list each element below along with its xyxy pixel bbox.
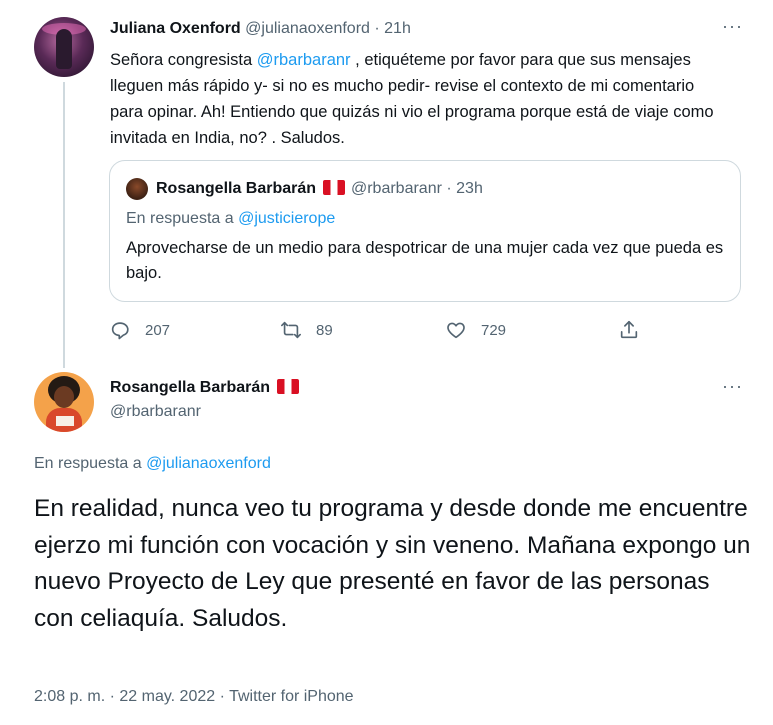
reply-icon: [111, 322, 129, 340]
reply-button[interactable]: 207: [109, 316, 170, 344]
share-button[interactable]: [618, 316, 640, 344]
separator-dot: ·: [374, 20, 385, 37]
reply-tweet[interactable]: Juliana Oxenford @julianaoxenford · 21h …: [0, 0, 773, 368]
tweet-time[interactable]: 21h: [384, 20, 411, 37]
main-author-name-row: Rosangella Barbarán: [110, 378, 301, 398]
avatar-juliana[interactable]: [34, 17, 94, 77]
avatar-rosangella-small: [126, 178, 148, 200]
quoted-tweet[interactable]: Rosangella Barbarán @rbarbaranr · 23h En…: [109, 160, 741, 302]
peru-flag-icon: [276, 379, 299, 394]
reply-prefix: En respuesta a: [126, 210, 239, 227]
more-options-icon[interactable]: ···: [722, 376, 743, 397]
text-before: Señora congresista: [110, 51, 257, 69]
thread-line: [63, 82, 65, 368]
reply-prefix: En respuesta a: [34, 455, 147, 472]
more-options-icon[interactable]: ···: [722, 16, 743, 37]
quote-text: Aprovecharse de un medio para despotrica…: [126, 239, 724, 282]
author-handle[interactable]: @julianaoxenford: [245, 20, 370, 37]
like-count: 729: [481, 321, 507, 339]
retweet-count: 89: [316, 321, 333, 339]
quote-reply-context: En respuesta a @justicierope: [126, 209, 335, 229]
main-author-name[interactable]: Rosangella Barbarán: [110, 379, 270, 396]
peru-flag-icon: [322, 180, 345, 195]
avatar-face: [54, 386, 74, 408]
reply-count: 207: [145, 321, 171, 339]
avatar-figure: [56, 29, 72, 69]
avatar-sign: [56, 416, 74, 426]
main-tweet-text: En realidad, nunca veo tu programa y des…: [34, 495, 751, 632]
tweet-text: Señora congresista @rbarbaranr , etiquét…: [110, 47, 730, 151]
heart-icon: [447, 322, 465, 339]
like-button[interactable]: 729: [445, 316, 506, 344]
tweet-metadata[interactable]: 2:08 p. m. · 22 may. 2022 · Twitter for …: [34, 687, 354, 707]
avatar-rosangella[interactable]: [34, 372, 94, 432]
reply-to-link[interactable]: @julianaoxenford: [146, 455, 271, 472]
quote-header: Rosangella Barbarán @rbarbaranr · 23h: [156, 179, 483, 199]
separator-dot: ·: [446, 180, 457, 197]
share-icon: [620, 320, 638, 339]
quote-author-name: Rosangella Barbarán: [156, 180, 317, 197]
reply-to-link[interactable]: @justicierope: [238, 210, 335, 227]
quote-time: 23h: [456, 180, 483, 197]
main-tweet: Rosangella Barbarán @rbarbaranr ··· En r…: [0, 365, 773, 725]
main-reply-context: En respuesta a @julianaoxenford: [34, 454, 271, 474]
tweet-header: Juliana Oxenford @julianaoxenford · 21h: [110, 19, 411, 39]
retweet-button[interactable]: 89: [280, 316, 333, 344]
retweet-icon: [281, 321, 301, 339]
quote-author-handle: @rbarbaranr: [350, 180, 442, 197]
author-name[interactable]: Juliana Oxenford: [110, 20, 241, 37]
main-author-handle[interactable]: @rbarbaranr: [110, 402, 201, 422]
action-bar: 207 89 729: [109, 316, 649, 344]
mention-link[interactable]: @rbarbaranr: [257, 51, 351, 69]
